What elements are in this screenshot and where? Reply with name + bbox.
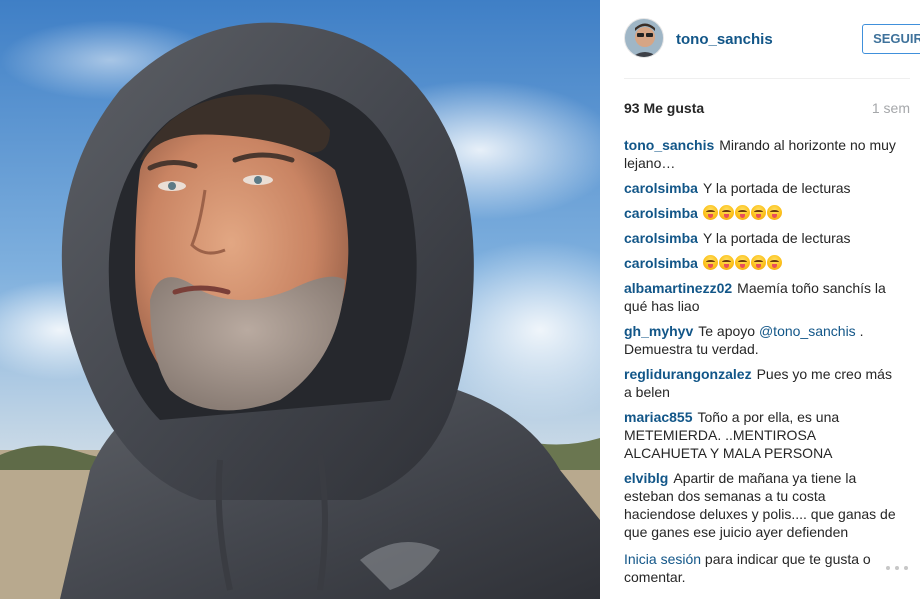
likes-row: 93 Me gusta 1 sem [624, 100, 910, 118]
list-item: elviblg Apartir de mañana ya tiene la est… [624, 469, 900, 540]
tongue-face-emoji-icon [750, 255, 766, 270]
list-item: gh_myhyv Te apoyo @tono_sanchis . Demuest… [624, 322, 900, 358]
login-link[interactable]: Inicia sesión [624, 551, 701, 567]
comments-list[interactable]: tono_sanchis Mirando al horizonte no muy … [624, 136, 910, 540]
comment-username[interactable]: carolsimba [624, 255, 698, 271]
tongue-face-emoji-icon [766, 255, 782, 270]
tongue-face-emoji-icon [734, 255, 750, 270]
comment-username[interactable]: carolsimba [624, 230, 698, 246]
comment-username[interactable]: carolsimba [624, 180, 698, 196]
photo-image [0, 0, 600, 599]
tongue-face-emoji-icon [718, 255, 734, 270]
list-item: reglidurangonzalez Pues yo me creo más a … [624, 365, 900, 401]
list-item: carolsimba Y la portada de lecturas [624, 179, 900, 197]
header-divider [624, 78, 910, 79]
username-link[interactable]: tono_sanchis [676, 31, 773, 48]
comment-text: Y la portada de lecturas [702, 230, 851, 246]
follow-button[interactable]: SEGUIR [862, 24, 920, 54]
emoji-group [702, 205, 783, 221]
comment-username[interactable]: reglidurangonzalez [624, 366, 752, 382]
login-text: Inicia sesión para indicar que te gusta … [624, 550, 884, 586]
post-header: tono_sanchis SEGUIR [624, 18, 920, 62]
list-item: carolsimba Y la portada de lecturas [624, 229, 900, 247]
tongue-face-emoji-icon [734, 205, 750, 220]
login-prompt: Inicia sesión para indicar que te gusta … [624, 548, 910, 588]
comment-username[interactable]: tono_sanchis [624, 137, 714, 153]
ellipsis-icon[interactable] [886, 562, 910, 574]
mention-link[interactable]: @tono_sanchis [759, 323, 856, 339]
comment-username[interactable]: elviblg [624, 470, 668, 486]
tongue-face-emoji-icon [766, 205, 782, 220]
list-item: tono_sanchis Mirando al horizonte no muy … [624, 136, 900, 172]
instagram-post-page: tono_sanchis SEGUIR 93 Me gusta 1 sem to… [0, 0, 920, 599]
post-side-panel: tono_sanchis SEGUIR 93 Me gusta 1 sem to… [600, 0, 920, 599]
comment-text: Te apoyo [698, 323, 756, 339]
post-age[interactable]: 1 sem [872, 100, 910, 116]
comment-username[interactable]: gh_myhyv [624, 323, 693, 339]
comment-username[interactable]: mariac855 [624, 409, 693, 425]
tongue-face-emoji-icon [750, 205, 766, 220]
likes-count[interactable]: 93 Me gusta [624, 100, 704, 116]
emoji-group [702, 255, 783, 271]
avatar[interactable] [624, 18, 664, 58]
comment-username[interactable]: carolsimba [624, 205, 698, 221]
tongue-face-emoji-icon [718, 205, 734, 220]
post-photo[interactable] [0, 0, 600, 599]
list-item: albamartinezz02 Maemía toño sanchís la qu… [624, 279, 900, 315]
tongue-face-emoji-icon [702, 255, 718, 270]
list-item: carolsimba [624, 204, 900, 222]
list-item: carolsimba [624, 254, 900, 272]
comment-username[interactable]: albamartinezz02 [624, 280, 732, 296]
comment-text: Y la portada de lecturas [702, 180, 851, 196]
tongue-face-emoji-icon [702, 205, 718, 220]
avatar-image [625, 19, 663, 57]
list-item: mariac855 Toño a por ella, es una METEMIE… [624, 408, 900, 462]
